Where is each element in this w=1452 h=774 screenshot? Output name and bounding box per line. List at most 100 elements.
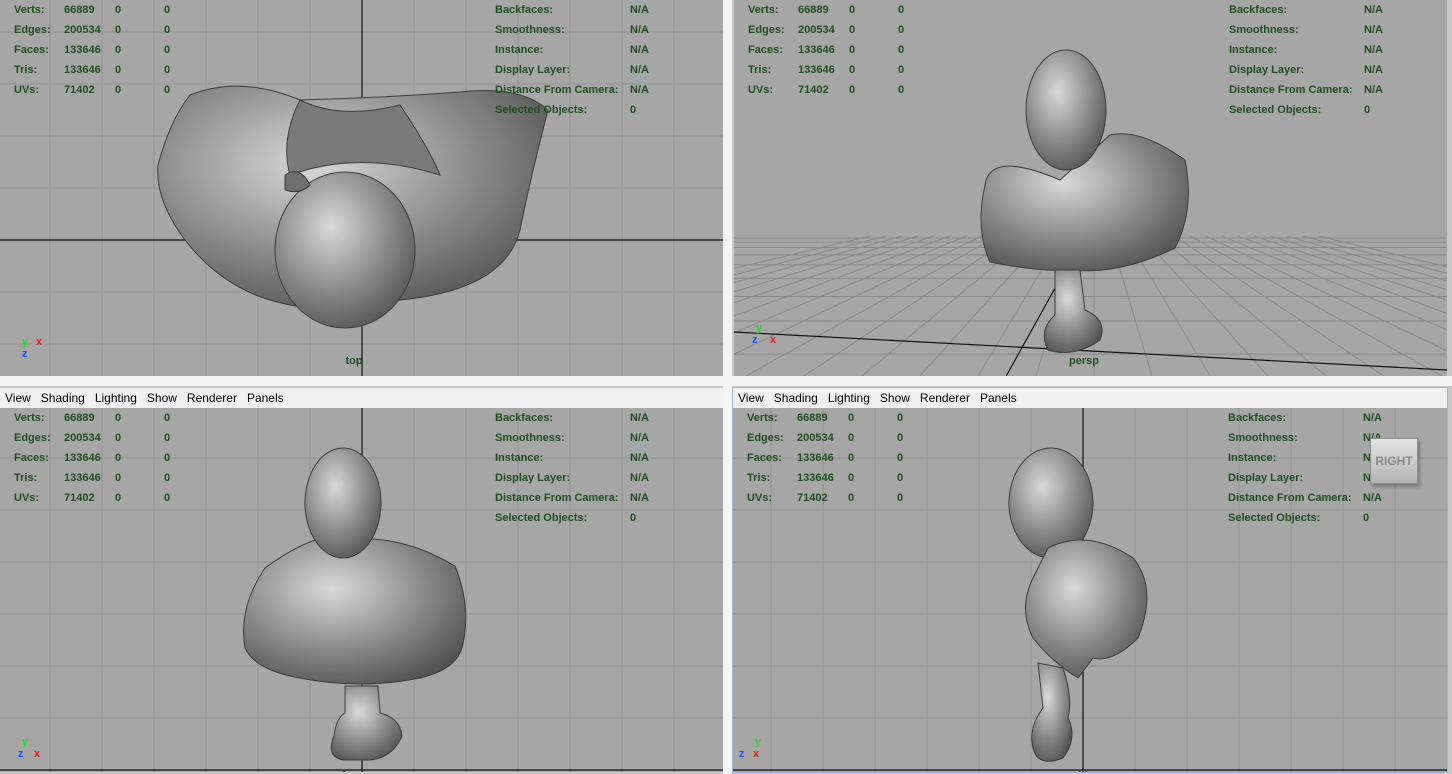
hud-stat-selected: 0 — [849, 24, 856, 36]
menu-panels[interactable]: Panels — [242, 391, 289, 405]
heads-up-display: Verts: 66889 0 0 Edges: 200534 0 0 Faces: 133646 0… — [733, 408, 1447, 538]
hud-info-label: Distance From Camera: — [1229, 84, 1353, 96]
vertical-pane-divider[interactable] — [723, 0, 732, 774]
axis-indicator: yzx — [739, 736, 779, 766]
hud-info-value: N/A — [1364, 44, 1383, 56]
hud-stat-label: Faces: — [14, 44, 49, 56]
hud-stat-label: Tris: — [14, 472, 38, 484]
hud-info-value: N/A — [630, 84, 649, 96]
hud-stat-label: Tris: — [14, 64, 38, 76]
hud-stat-total: 133646 — [64, 64, 101, 76]
hud-info-value: N/A — [630, 472, 649, 484]
menu-shading[interactable]: Shading — [769, 391, 823, 405]
viewport-side[interactable]: View Shading Lighting Show Renderer Panels Ver… — [732, 387, 1448, 773]
hud-stat-component: 0 — [164, 4, 171, 16]
hud-stat-selected: 0 — [848, 492, 855, 504]
hud-info-label: Selected Objects: — [1228, 512, 1321, 524]
axis-y-label: y — [22, 736, 29, 748]
hud-stat-component: 0 — [898, 44, 905, 56]
viewcube[interactable]: RIGHT — [1370, 438, 1418, 484]
hud-stat-component: 0 — [898, 4, 905, 16]
hud-stat-component: 0 — [164, 472, 171, 484]
hud-info-value: N/A — [1364, 24, 1383, 36]
hud-info-label: Display Layer: — [495, 64, 571, 76]
hud-stat-component: 0 — [164, 84, 171, 96]
hud-stat-total: 133646 — [64, 44, 101, 56]
hud-stat-label: Edges: — [14, 24, 51, 36]
hud-info-label: Display Layer: — [1229, 64, 1305, 76]
hud-info-label: Distance From Camera: — [1228, 492, 1352, 504]
axis-z-label: z — [739, 748, 745, 760]
menu-view[interactable]: View — [0, 391, 36, 405]
hud-stat-total: 200534 — [64, 24, 101, 36]
axis-x-label: x — [34, 748, 41, 760]
hud-info-value: N/A — [630, 24, 649, 36]
hud-stat-selected: 0 — [849, 44, 856, 56]
hud-stat-selected: 0 — [115, 412, 122, 424]
camera-name-label: side — [1072, 770, 1094, 772]
hud-info-value: N/A — [630, 64, 649, 76]
hud-stat-total: 133646 — [798, 64, 835, 76]
menu-lighting[interactable]: Lighting — [90, 391, 142, 405]
hud-stat-label: Edges: — [14, 432, 51, 444]
hud-info-value: N/A — [1363, 492, 1382, 504]
hud-stat-total: 133646 — [798, 44, 835, 56]
hud-stat-label: Verts: — [747, 412, 778, 424]
hud-stat-selected: 0 — [115, 472, 122, 484]
hud-stat-component: 0 — [897, 452, 904, 464]
hud-stat-selected: 0 — [848, 472, 855, 484]
menu-show[interactable]: Show — [142, 391, 182, 405]
menu-view[interactable]: View — [733, 391, 769, 405]
hud-stat-label: UVs: — [748, 84, 774, 96]
hud-stat-component: 0 — [897, 472, 904, 484]
hud-info-value: 0 — [630, 104, 637, 116]
viewport-menu-bar: View Shading Lighting Show Renderer Panels — [733, 388, 1447, 408]
axis-z-label: z — [18, 748, 24, 760]
hud-stat-total: 133646 — [64, 452, 101, 464]
hud-info-label: Smoothness: — [1229, 24, 1299, 36]
viewport-front[interactable]: View Shading Lighting Show Renderer Panels Ver… — [0, 388, 723, 772]
hud-info-label: Display Layer: — [1228, 472, 1304, 484]
hud-info-label: Instance: — [1228, 452, 1277, 464]
viewport-canvas[interactable]: Verts: 66889 0 0 Edges: 200534 0 0 Faces: 133646 0… — [0, 0, 723, 376]
hud-stat-label: UVs: — [14, 492, 40, 504]
hud-info-label: Backfaces: — [495, 412, 554, 424]
hud-info-label: Smoothness: — [495, 24, 565, 36]
menu-renderer[interactable]: Renderer — [182, 391, 242, 405]
hud-stat-component: 0 — [164, 492, 171, 504]
hud-stat-total: 200534 — [797, 432, 834, 444]
hud-stat-selected: 0 — [849, 64, 856, 76]
hud-info-value: 0 — [1364, 104, 1371, 116]
hud-stat-selected: 0 — [849, 84, 856, 96]
menu-show[interactable]: Show — [875, 391, 915, 405]
hud-info-value: N/A — [630, 412, 649, 424]
menu-panels[interactable]: Panels — [975, 391, 1022, 405]
hud-stat-selected: 0 — [115, 44, 122, 56]
menu-lighting[interactable]: Lighting — [823, 391, 875, 405]
viewport-canvas[interactable]: Verts: 66889 0 0 Edges: 200534 0 0 Faces: 133646 0… — [734, 0, 1447, 376]
hud-stat-label: Tris: — [747, 472, 771, 484]
hud-stat-selected: 0 — [115, 452, 122, 464]
hud-stat-total: 66889 — [64, 4, 95, 16]
hud-info-value: N/A — [630, 452, 649, 464]
hud-info-label: Backfaces: — [1229, 4, 1288, 16]
hud-stat-component: 0 — [898, 24, 905, 36]
hud-stat-total: 200534 — [64, 432, 101, 444]
hud-info-value: N/A — [630, 492, 649, 504]
hud-info-value: N/A — [1364, 84, 1383, 96]
hud-stat-label: Faces: — [748, 44, 783, 56]
axis-indicator: yzx — [18, 736, 60, 766]
hud-info-value: 0 — [1363, 512, 1370, 524]
menu-renderer[interactable]: Renderer — [915, 391, 975, 405]
menu-shading[interactable]: Shading — [36, 391, 90, 405]
heads-up-display: Verts: 66889 0 0 Edges: 200534 0 0 Faces: 133646 0… — [0, 408, 723, 538]
viewport-canvas[interactable]: Verts: 66889 0 0 Edges: 200534 0 0 Faces: 133646 0… — [733, 408, 1447, 772]
viewport-canvas[interactable]: Verts: 66889 0 0 Edges: 200534 0 0 Faces: 133646 0… — [0, 408, 723, 772]
viewport-top[interactable]: Verts: 66889 0 0 Edges: 200534 0 0 Faces: 133646 0… — [0, 0, 723, 376]
hud-info-label: Selected Objects: — [495, 512, 588, 524]
hud-stat-total: 133646 — [797, 452, 834, 464]
hud-stat-label: Edges: — [748, 24, 785, 36]
hud-info-value: N/A — [1363, 412, 1382, 424]
viewport-persp[interactable]: Verts: 66889 0 0 Edges: 200534 0 0 Faces: 133646 0… — [734, 0, 1447, 376]
axis-y-label: y — [755, 736, 762, 748]
